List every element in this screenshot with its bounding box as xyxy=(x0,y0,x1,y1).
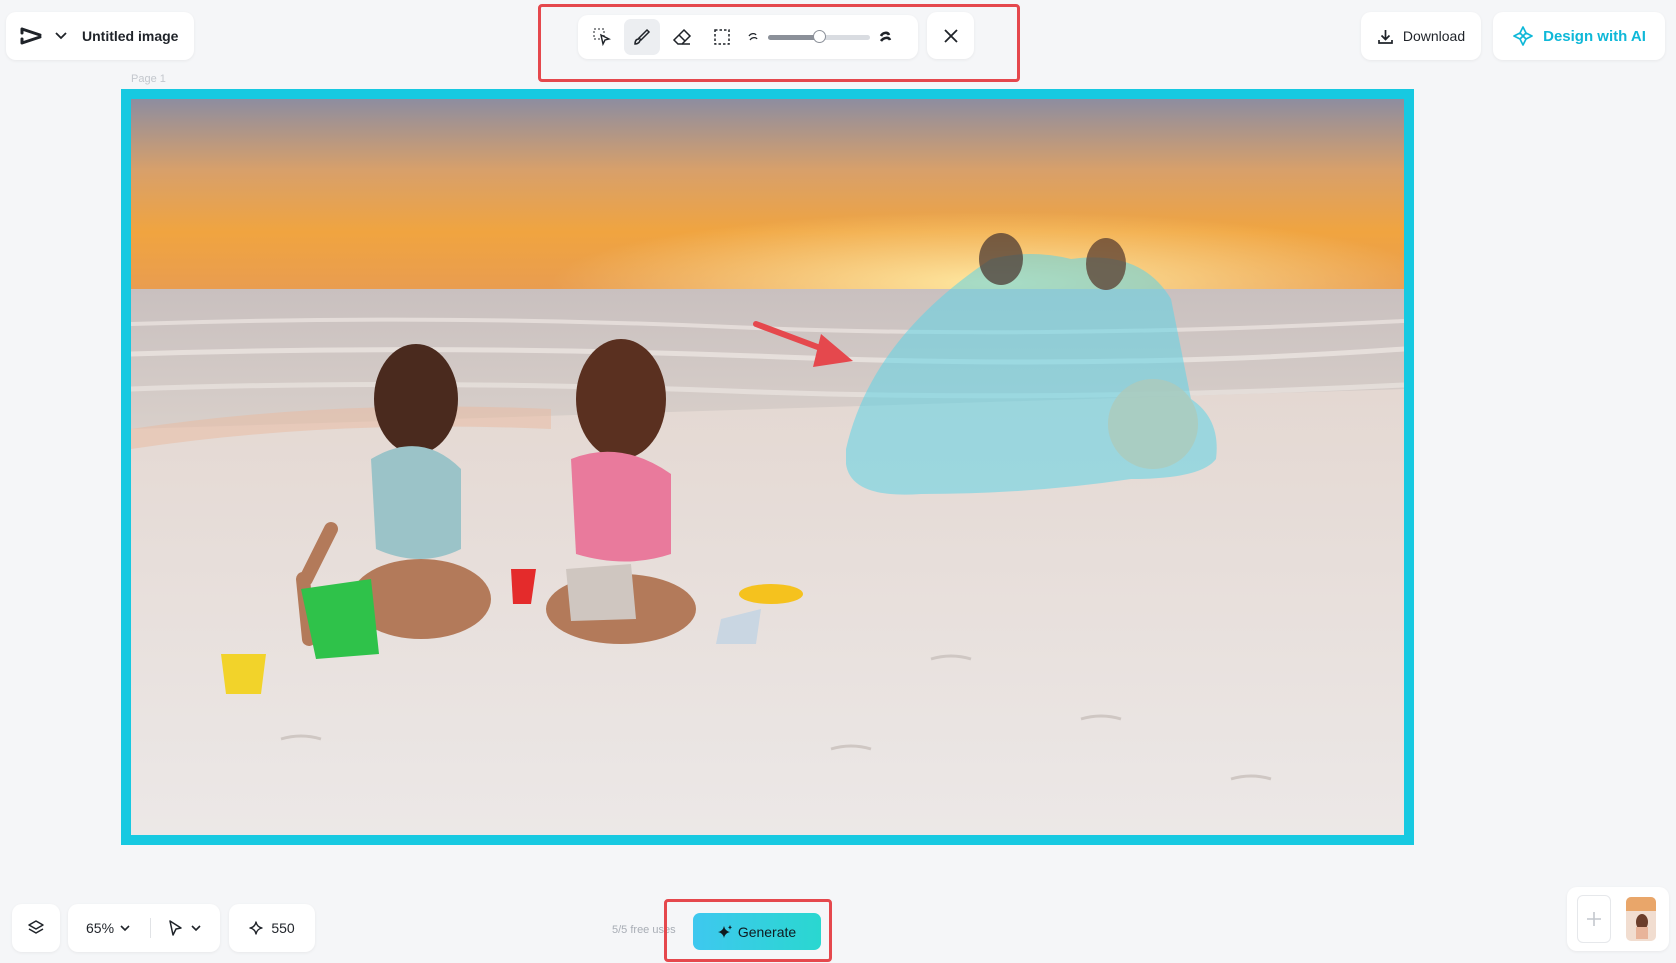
capcut-logo-icon xyxy=(18,23,44,49)
design-with-ai-button[interactable]: Design with AI xyxy=(1493,12,1665,60)
design-ai-icon xyxy=(1513,26,1533,46)
selection-toolbar xyxy=(578,15,918,59)
plus-icon xyxy=(1587,912,1601,926)
brush-size-slider[interactable] xyxy=(746,29,892,44)
generate-button[interactable]: Generate xyxy=(693,913,821,950)
sparkle-icon xyxy=(249,921,264,935)
slider-fill xyxy=(768,34,819,40)
pointer-icon xyxy=(169,920,182,936)
quick-select-tool[interactable] xyxy=(584,19,620,55)
download-icon xyxy=(1378,29,1393,44)
brush-large-icon xyxy=(879,31,892,42)
eraser-icon xyxy=(672,28,692,45)
quick-select-icon xyxy=(593,28,612,47)
add-page-button[interactable] xyxy=(1577,895,1611,943)
generate-label: Generate xyxy=(737,923,797,940)
brush-icon xyxy=(634,28,651,45)
zoom-control: 65% xyxy=(68,904,220,952)
box-select-icon xyxy=(714,29,730,45)
design-ai-label: Design with AI xyxy=(1543,27,1646,45)
close-icon xyxy=(943,28,958,43)
credits-button[interactable]: 550 xyxy=(229,904,315,952)
credits-value: 550 xyxy=(271,920,295,936)
slider-handle[interactable] xyxy=(813,29,826,43)
pointer-mode-dropdown[interactable] xyxy=(167,919,201,937)
sparkle-icon xyxy=(717,924,732,938)
slider-track[interactable] xyxy=(768,29,870,43)
box-select-tool[interactable] xyxy=(704,19,740,55)
canvas-frame[interactable] xyxy=(121,89,1414,845)
divider xyxy=(150,918,152,938)
eraser-tool[interactable] xyxy=(664,19,700,55)
page-label: Page 1 xyxy=(131,73,166,85)
document-title[interactable]: Untitled image xyxy=(82,28,178,44)
page-thumbnail[interactable] xyxy=(1626,897,1656,941)
brush-small-icon xyxy=(748,32,758,41)
beach-photo[interactable] xyxy=(131,99,1404,835)
download-button[interactable]: Download xyxy=(1361,12,1481,60)
chevron-down-icon xyxy=(120,924,130,931)
chevron-down-icon[interactable] xyxy=(54,29,68,43)
brush-tool[interactable] xyxy=(624,19,660,55)
download-label: Download xyxy=(1402,28,1466,44)
layers-button[interactable] xyxy=(12,904,60,952)
zoom-dropdown[interactable]: 65% xyxy=(86,920,130,936)
close-button[interactable] xyxy=(927,12,974,59)
page-tray xyxy=(1567,887,1669,951)
zoom-value: 65% xyxy=(86,920,115,936)
layers-icon xyxy=(28,920,44,934)
chevron-down-icon xyxy=(191,924,201,931)
file-menu[interactable]: Untitled image xyxy=(6,12,194,60)
